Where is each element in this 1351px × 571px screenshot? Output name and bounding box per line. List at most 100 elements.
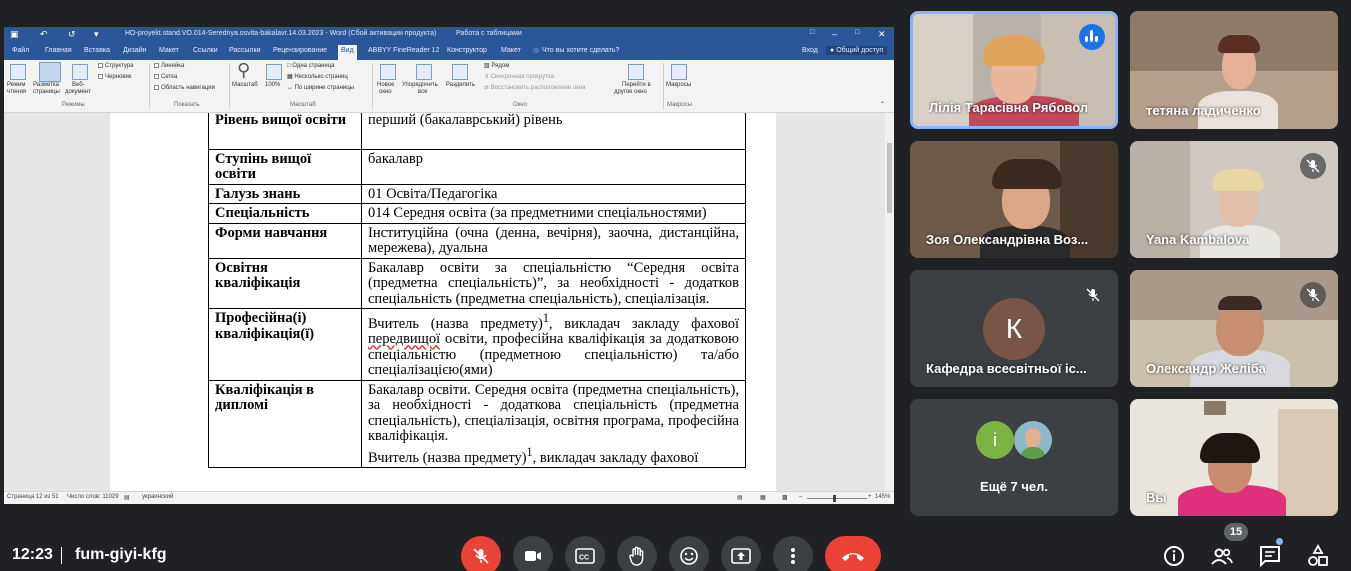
print-layout-icon[interactable] [39,62,61,82]
reactions-button[interactable] [669,536,709,571]
proofing-icon[interactable]: ▤ [124,494,130,501]
table-cell-value[interactable]: 014 Середня освіта (за предметними спеці… [361,203,746,224]
leave-call-button[interactable] [825,536,881,571]
table-cell-key[interactable]: Форми навчання [208,222,362,259]
status-language[interactable]: украинский [142,494,173,500]
draft-checkbox[interactable]: Черновик [98,74,132,81]
read-mode-icon[interactable] [10,64,26,80]
sync-scroll-button[interactable]: ⇕ Синхронная прокрутка [484,74,554,81]
scrollbar-thumb[interactable] [887,143,892,213]
chat-button[interactable] [1258,544,1282,568]
vertical-scrollbar[interactable] [885,113,894,491]
status-zoom[interactable]: 145% [875,494,890,500]
participant-tile[interactable]: Зоя Олександрівна Воз... [910,141,1118,258]
close-icon[interactable]: ✕ [878,29,886,40]
captions-button[interactable]: CC [565,536,605,571]
structure-checkbox[interactable]: Структура [98,63,133,70]
web-layout-icon[interactable] [72,64,88,80]
redo-icon[interactable]: ↺ [68,29,76,40]
self-tile[interactable]: Вы [1130,399,1338,516]
table-cell-value[interactable]: Інституційна (очна (денна, вечірня), зао… [361,222,746,259]
table-cell-value[interactable]: Вчитель (назва предмету)1, викладач закл… [361,308,746,381]
table-cell-key[interactable]: Галузь знань [208,183,362,204]
zoom-slider-thumb[interactable] [833,495,836,502]
new-window-icon[interactable] [380,64,396,80]
zoom-out-icon[interactable]: – [799,494,802,500]
present-screen-button[interactable] [721,536,761,571]
status-page[interactable]: Страница 12 из 51 [7,494,59,500]
print-layout-status-icon[interactable]: ▦ [760,494,766,501]
reset-position-label: Восстановить расположение окна [490,85,586,91]
tab-mailings[interactable]: Рассылки [229,47,260,54]
table-cell-value[interactable]: бакалавр [361,148,746,185]
arrange-all-icon[interactable] [416,64,432,80]
table-cell-value[interactable]: 01 Освіта/Педагогіка [361,183,746,204]
tell-me-box[interactable]: Что вы хотите сделать? [542,47,619,54]
sign-in-link[interactable]: Вход [802,47,818,54]
table-cell-key[interactable]: Спеціальність [208,203,362,224]
one-page-button[interactable]: □ Одна страница [287,63,335,70]
tab-review[interactable]: Рецензирование [273,47,327,54]
switch-window-icon[interactable] [628,64,644,80]
share-button[interactable]: ● Общий доступ [826,46,888,55]
collapse-ribbon-icon[interactable]: ⌃ [880,102,885,109]
zoom-100-icon[interactable] [266,64,282,80]
zoom-slider[interactable] [807,498,867,499]
tab-view[interactable]: Вид [338,45,357,60]
ribbon-options-icon[interactable]: □ [810,29,814,36]
nav-pane-checkbox[interactable]: Область навигации [154,85,215,92]
camera-toggle-button[interactable] [513,536,553,571]
activities-button[interactable] [1306,544,1330,568]
undo-icon[interactable]: ↶ [40,29,48,40]
ribbon-separator [372,63,373,109]
participant-tile[interactable]: Олександр Желіба [1130,270,1338,387]
tab-insert[interactable]: Вставка [84,47,110,54]
quick-access-icon[interactable]: ▾ [94,29,99,40]
microphone-toggle-button[interactable] [461,536,501,571]
table-cell-key[interactable]: Кваліфікація в дипломі [208,379,362,469]
hang-up-icon [842,553,864,561]
meeting-details-button[interactable] [1162,544,1186,568]
tab-layout[interactable]: Макет [159,47,179,54]
people-button[interactable] [1210,544,1234,568]
table-cell-value[interactable]: перший (бакалаврський) рівень [361,113,746,150]
minimize-icon[interactable]: – [832,29,837,39]
table-cell-value[interactable]: Бакалавр освіти. Середня освіта (предмет… [361,379,746,469]
multiple-pages-button[interactable]: ▦ Несколько страниц [287,74,348,81]
participant-tile[interactable]: Лілія Тарасівна Рябовол [910,11,1118,129]
tab-abbyy[interactable]: ABBYY FineReader 12 [368,47,439,54]
side-by-side-button[interactable]: ▧ Рядом [484,63,509,70]
arrange-all-label-1: Упорядочить [402,82,438,88]
tab-design[interactable]: Дизайн [123,47,147,54]
table-cell-key[interactable]: Ступінь вищої освіти [208,148,362,185]
zoom-in-icon[interactable]: + [868,494,872,500]
macros-icon[interactable] [671,64,687,80]
more-participants-tile[interactable]: i Ещё 7 чел. [910,399,1118,516]
participant-tile[interactable]: К Кафедра всесвітньої іс... [910,270,1118,387]
status-words[interactable]: Число слов: 11029 [67,494,119,500]
tab-home[interactable]: Главная [45,47,72,54]
reset-position-button[interactable]: ⇄ Восстановить расположение окна [484,85,585,92]
grid-checkbox[interactable]: Сетка [154,74,177,81]
maximize-icon[interactable]: □ [855,29,859,36]
table-cell-key[interactable]: Освітня кваліфікація [208,257,362,309]
save-icon[interactable]: ▣ [10,29,19,40]
web-layout-status-icon[interactable]: ▩ [782,494,788,501]
zoom-icon[interactable]: ⚲ [237,60,250,80]
tab-file[interactable]: Файл [12,47,29,54]
page-width-button[interactable]: ↔ По ширине страницы [287,85,354,92]
meeting-code[interactable]: fum-giyi-kfg [75,546,167,564]
tab-constructor[interactable]: Конструктор [447,47,487,54]
tab-table-layout[interactable]: Макет [501,47,521,54]
ruler-checkbox[interactable]: Линейка [154,63,184,70]
read-mode-status-icon[interactable]: ▤ [737,494,743,501]
participant-tile[interactable]: тетяна ладиченко [1130,11,1338,129]
tab-references[interactable]: Ссылки [193,47,218,54]
table-cell-key[interactable]: Професійна(і) кваліфікація(ї) [208,308,362,381]
raise-hand-button[interactable] [617,536,657,571]
table-cell-value[interactable]: Бакалавр освіти за спеціальністю “Середн… [361,257,746,309]
participant-tile[interactable]: Yana Kambalova [1130,141,1338,258]
table-cell-key[interactable]: Рівень вищої освіти [208,113,362,150]
split-icon[interactable] [452,64,468,80]
more-options-button[interactable] [773,536,813,571]
